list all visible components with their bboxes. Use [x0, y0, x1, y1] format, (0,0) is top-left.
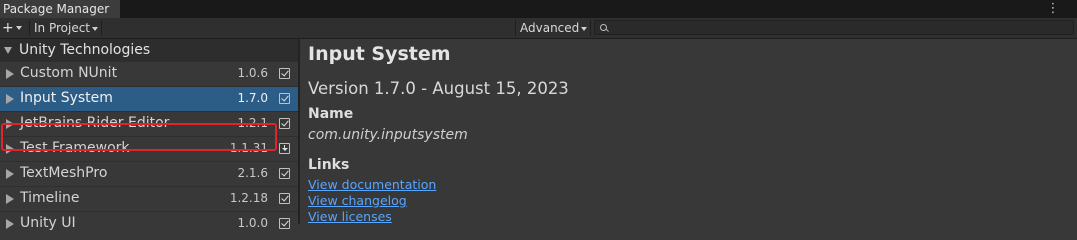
selection-highlight-box	[1, 123, 277, 151]
package-row-input-system[interactable]: Input System 1.7.0	[0, 86, 298, 111]
package-name: Custom NUnit	[20, 65, 118, 81]
advanced-dropdown[interactable]: Advanced	[520, 19, 588, 37]
chevron-down-icon	[581, 26, 588, 31]
scope-dropdown[interactable]: In Project	[34, 19, 99, 37]
chevron-down-icon	[15, 26, 22, 30]
package-row-timeline[interactable]: Timeline 1.2.18	[0, 186, 298, 211]
view-changelog-link[interactable]: View changelog	[308, 193, 407, 208]
package-name: Unity UI	[20, 215, 76, 231]
package-title: Input System	[308, 43, 451, 65]
package-version: 1.0.0	[237, 216, 268, 230]
collapse-arrow-icon[interactable]	[6, 194, 14, 204]
installed-check-icon	[279, 68, 290, 79]
links-heading: Links	[308, 157, 350, 173]
package-version: 1.2.18	[229, 191, 268, 205]
chevron-down-icon	[92, 26, 99, 31]
advanced-label: Advanced	[520, 21, 580, 35]
package-name: Timeline	[20, 190, 80, 206]
package-row-custom-nunit[interactable]: Custom NUnit 1.0.6	[0, 61, 298, 86]
package-row-textmeshpro[interactable]: TextMeshPro 2.1.6	[0, 161, 298, 186]
installed-check-icon	[279, 168, 290, 179]
package-details: Input System Version 1.7.0 - August 15, …	[300, 39, 1077, 224]
add-package-button[interactable]: +	[2, 19, 28, 37]
package-row-unity-ui[interactable]: Unity UI 1.0.0	[0, 211, 298, 236]
group-header-unity-technologies[interactable]: Unity Technologies	[0, 39, 298, 61]
package-list: Unity Technologies Custom NUnit 1.0.6 In…	[0, 39, 300, 231]
installed-check-icon	[279, 118, 290, 129]
window-tab[interactable]: Package Manager	[0, 0, 120, 18]
package-name: Input System	[20, 90, 113, 106]
collapse-arrow-icon[interactable]	[6, 69, 14, 79]
toolbar-divider	[29, 20, 30, 36]
installed-check-icon	[279, 93, 290, 104]
toolbar-divider	[515, 20, 516, 36]
plus-icon: +	[2, 20, 14, 36]
package-identifier: com.unity.inputsystem	[308, 127, 468, 143]
collapse-arrow-icon[interactable]	[6, 94, 14, 104]
collapse-arrow-icon[interactable]	[6, 169, 14, 179]
view-licenses-link[interactable]: View licenses	[308, 209, 392, 224]
vertical-ellipsis-icon[interactable]: ⋮	[1043, 0, 1063, 18]
package-name: TextMeshPro	[20, 165, 108, 181]
collapse-arrow-icon[interactable]	[6, 219, 14, 229]
group-label: Unity Technologies	[19, 42, 151, 58]
update-download-icon	[279, 143, 290, 154]
package-version-line: Version 1.7.0 - August 15, 2023	[308, 79, 569, 98]
name-heading: Name	[308, 106, 354, 122]
package-version: 2.1.6	[237, 166, 268, 180]
toolbar: + In Project Advanced	[0, 18, 1077, 39]
search-field[interactable]	[594, 20, 1074, 35]
installed-check-icon	[279, 193, 290, 204]
package-version: 1.7.0	[237, 91, 268, 105]
toolbar-divider	[590, 20, 591, 36]
installed-check-icon	[279, 218, 290, 229]
search-input[interactable]	[609, 21, 1069, 34]
title-bar: Package Manager ⋮	[0, 0, 1077, 18]
expand-arrow-icon[interactable]	[4, 47, 12, 54]
package-version: 1.0.6	[237, 66, 268, 80]
toolbar-divider	[101, 20, 102, 36]
search-icon	[600, 24, 607, 31]
scope-label: In Project	[34, 21, 91, 35]
view-documentation-link[interactable]: View documentation	[308, 177, 436, 192]
